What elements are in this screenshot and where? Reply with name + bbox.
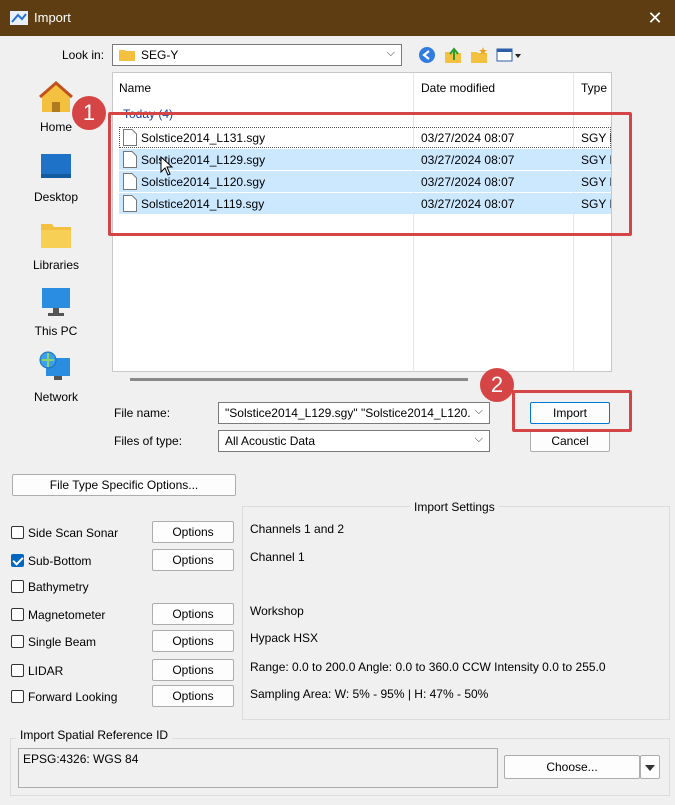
sub-bottom-checkbox[interactable] — [11, 554, 24, 567]
horizontal-scrollbar[interactable] — [130, 378, 468, 381]
spatial-reference-title: Import Spatial Reference ID — [16, 728, 173, 742]
side-scan-setting: Channels 1 and 2 — [250, 522, 345, 536]
lidar-checkbox[interactable] — [11, 664, 24, 677]
column-header-date[interactable]: Date modified — [421, 81, 495, 95]
chevron-down-icon: ⌵ — [474, 433, 483, 445]
choose-button[interactable]: Choose... — [504, 755, 640, 779]
lidar-label: LIDAR — [28, 664, 64, 678]
forward-looking-label: Forward Looking — [28, 690, 118, 704]
lidar-options-button[interactable]: Options — [152, 659, 234, 681]
place-this-pc[interactable]: This PC — [10, 284, 102, 346]
lookin-dropdown[interactable]: SEG-Y ⌵ — [112, 44, 402, 66]
sub-bottom-setting: Channel 1 — [250, 550, 305, 564]
single-beam-options-button[interactable]: Options — [152, 630, 234, 652]
side-scan-options-button[interactable]: Options — [152, 521, 234, 543]
view-menu-icon[interactable] — [496, 46, 522, 64]
forward-looking-setting: Sampling Area: W: 5% - 95% | H: 47% - 50… — [250, 687, 489, 701]
this-pc-icon — [42, 288, 70, 316]
app-icon — [10, 11, 28, 25]
bathymetry-label: Bathymetry — [28, 580, 89, 594]
choose-dropdown-button[interactable] — [640, 755, 660, 779]
filename-label: File name: — [114, 406, 171, 420]
spatial-reference-field: EPSG:4326: WGS 84 — [18, 748, 498, 788]
single-beam-checkbox[interactable] — [11, 635, 24, 648]
chevron-down-icon — [645, 765, 655, 771]
network-icon — [39, 351, 70, 380]
annotation-marker-2: 2 — [480, 368, 514, 402]
annotation-highlight-files — [108, 112, 632, 236]
forward-looking-options-button[interactable]: Options — [152, 685, 234, 707]
desktop-icon — [41, 154, 71, 178]
place-label: Desktop — [33, 190, 79, 204]
chevron-down-icon: ⌵ — [386, 47, 395, 59]
side-scan-checkbox[interactable] — [11, 526, 24, 539]
lookin-value: SEG-Y — [141, 48, 179, 62]
forward-looking-checkbox[interactable] — [11, 690, 24, 703]
place-network[interactable]: Network — [10, 350, 102, 412]
place-libraries[interactable]: Libraries — [10, 218, 102, 280]
side-scan-label: Side Scan Sonar — [28, 526, 119, 540]
filename-combo[interactable]: "Solstice2014_L129.sgy" "Solstice2014_L1… — [218, 402, 490, 424]
cancel-button[interactable]: Cancel — [530, 430, 610, 452]
folder-icon — [119, 50, 135, 61]
column-header-name[interactable]: Name — [119, 81, 151, 95]
import-settings-title: Import Settings — [410, 500, 499, 514]
sub-bottom-options-button[interactable]: Options — [152, 549, 234, 571]
filename-value: "Solstice2014_L129.sgy" "Solstice2014_L1… — [225, 406, 471, 420]
single-beam-setting: Hypack HSX — [250, 631, 319, 645]
magnetometer-setting: Workshop — [250, 604, 304, 618]
place-label: This PC — [34, 324, 78, 338]
bathymetry-checkbox[interactable] — [11, 580, 24, 593]
magnetometer-label: Magnetometer — [28, 608, 106, 622]
up-folder-icon[interactable] — [444, 46, 462, 64]
filetype-value: All Acoustic Data — [225, 434, 316, 448]
magnetometer-checkbox[interactable] — [11, 608, 24, 621]
libraries-icon — [41, 224, 71, 248]
window-title: Import — [34, 10, 71, 25]
home-icon — [39, 81, 73, 112]
new-folder-icon[interactable] — [470, 46, 488, 64]
lidar-setting: Range: 0.0 to 200.0 Angle: 0.0 to 360.0 … — [250, 660, 606, 674]
file-type-options-button[interactable]: File Type Specific Options... — [12, 474, 236, 496]
filetype-combo[interactable]: All Acoustic Data ⌵ — [218, 430, 490, 452]
spatial-reference-value: EPSG:4326: WGS 84 — [23, 752, 139, 766]
place-label: Network — [33, 390, 78, 404]
title-bar: Import ✕ — [0, 0, 675, 36]
close-button[interactable]: ✕ — [635, 0, 675, 36]
place-label: Libraries — [32, 258, 80, 272]
chevron-down-icon: ⌵ — [474, 405, 483, 417]
sub-bottom-label: Sub-Bottom — [28, 554, 92, 568]
column-header-type[interactable]: Type — [581, 81, 607, 95]
back-icon[interactable] — [418, 46, 436, 64]
filetype-label: Files of type: — [114, 434, 183, 448]
annotation-marker-1: 1 — [72, 96, 106, 130]
place-desktop[interactable]: Desktop — [10, 150, 102, 212]
annotation-highlight-import — [512, 390, 632, 432]
magnetometer-options-button[interactable]: Options — [152, 603, 234, 625]
import-dialog: Import ✕ Look in: SEG-Y ⌵ Home Desktop L… — [0, 0, 675, 805]
single-beam-label: Single Beam — [28, 635, 97, 649]
lookin-label: Look in: — [62, 48, 105, 62]
